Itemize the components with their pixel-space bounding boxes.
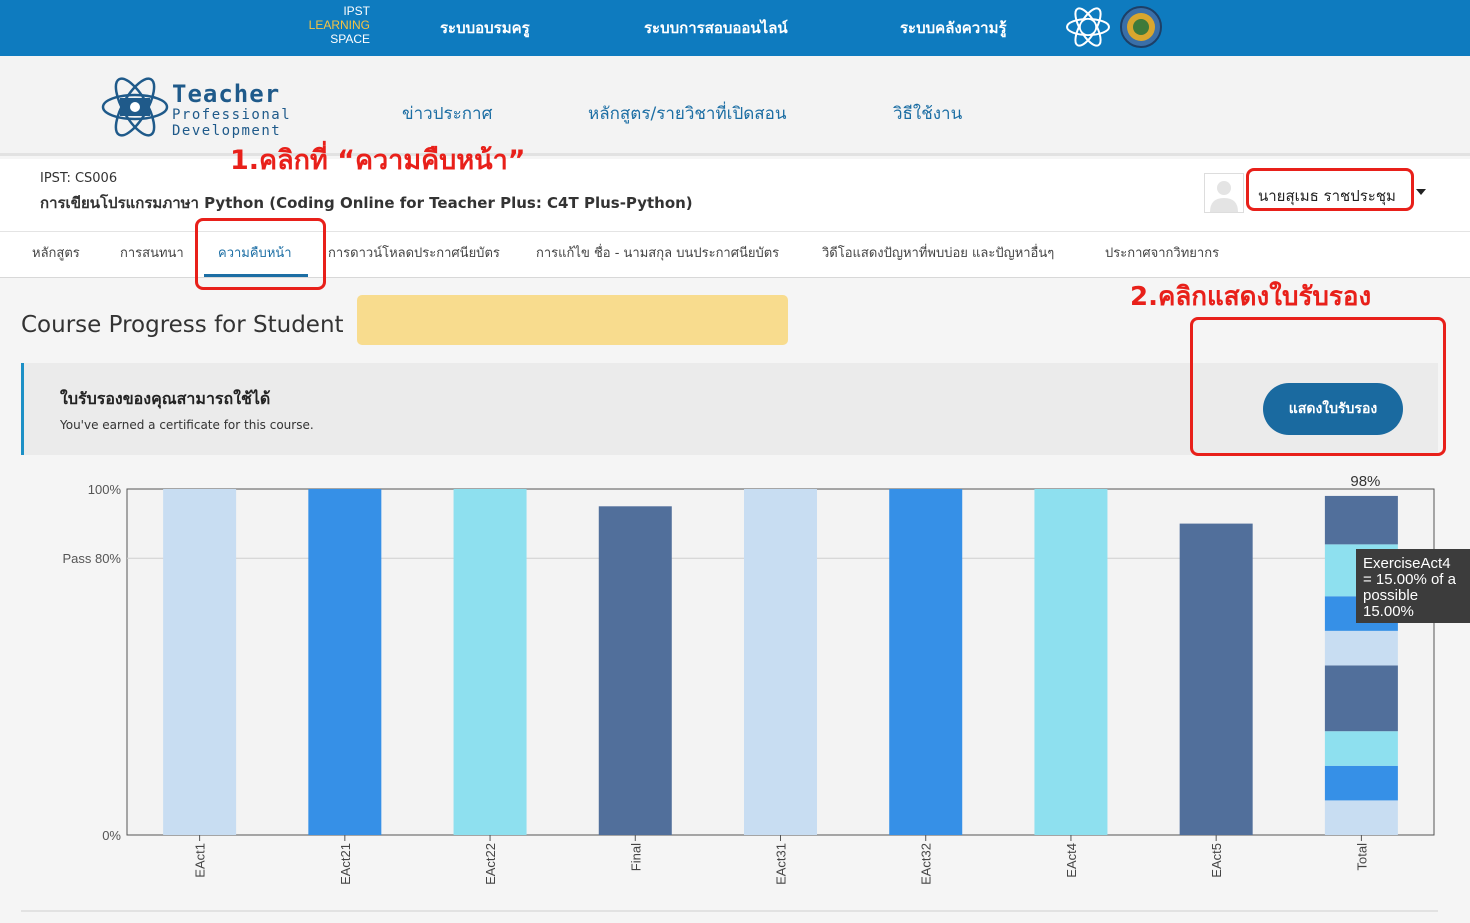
logo-line: Development	[172, 123, 282, 139]
tab-discussion[interactable]: การสนทนา	[120, 242, 184, 263]
tab-course[interactable]: หลักสูตร	[32, 242, 80, 263]
tab-faq-videos[interactable]: วิดีโอแสดงปัญหาที่พบบ่อย และปัญหาอื่นๆ	[822, 242, 1054, 263]
total-bar-segment[interactable]	[1324, 765, 1398, 801]
bar-final[interactable]	[598, 506, 672, 835]
redacted-student-name	[357, 295, 788, 345]
x-tick-label: EAct21	[338, 843, 353, 885]
annotation-step2: 2.คลิกแสดงใบรับรอง	[1130, 282, 1372, 312]
total-bar-segment[interactable]	[1324, 630, 1398, 666]
bar-tooltip: ExerciseAct4= 15.00% of apossible15.00%	[1356, 549, 1470, 623]
topnav-teacher-training[interactable]: ระบบอบรมครู	[440, 16, 530, 40]
certificate-available-heading: ใบรับรองของคุณสามารถใช้ได้	[60, 389, 271, 408]
y-tick-label: 0%	[102, 828, 121, 843]
x-tick-label: EAct5	[1209, 843, 1224, 878]
ipst-atom-emblem-icon[interactable]	[1065, 4, 1111, 50]
site-header: Teacher Professional Development ข่าวประ…	[0, 56, 1470, 156]
total-bar-segment[interactable]	[1324, 800, 1398, 835]
x-tick-label: EAct22	[483, 843, 498, 885]
ministry-seal-icon[interactable]	[1118, 4, 1164, 50]
total-bar-segment[interactable]	[1324, 665, 1398, 732]
certificate-earned-message: You've earned a certificate for this cou…	[60, 418, 314, 432]
caret-down-icon[interactable]	[1416, 189, 1426, 195]
course-name: การเขียนโปรแกรมภาษา Python (Coding Onlin…	[40, 194, 693, 212]
nav-news[interactable]: ข่าวประกาศ	[402, 100, 492, 127]
user-avatar[interactable]	[1204, 173, 1244, 213]
tooltip-line: = 15.00% of a	[1363, 571, 1457, 588]
annotation-box-progress-tab	[195, 218, 326, 290]
x-tick-label: Total	[1354, 843, 1369, 871]
bar-eact22[interactable]	[453, 489, 527, 835]
bar-eact31[interactable]	[744, 489, 817, 835]
tab-instructor-announcements[interactable]: ประกาศจากวิทยากร	[1105, 242, 1219, 263]
course-code: IPST: CS006	[40, 171, 118, 186]
topnav-online-exam[interactable]: ระบบการสอบออนไลน์	[644, 16, 788, 40]
bar-eact1[interactable]	[163, 489, 237, 835]
nav-how-to-use[interactable]: วิธีใช้งาน	[893, 100, 962, 127]
progress-chart: 100% Pass 80% 0% EAct1 EAct21 EAct22 Final EAc…	[62, 473, 1470, 885]
bar-eact4[interactable]	[1034, 489, 1108, 835]
bar-eact21[interactable]	[308, 489, 382, 835]
total-bar-segment[interactable]	[1324, 495, 1398, 545]
tab-certificate-download[interactable]: การดาวน์โหลดประกาศนียบัตร	[328, 242, 500, 263]
logo-line: Teacher	[172, 80, 281, 108]
annotation-box-certificate	[1190, 317, 1446, 456]
learning-space-logo[interactable]: IPST LEARNING SPACE	[300, 4, 370, 46]
top-bar: IPST LEARNING SPACE ระบบอบรมครู ระบบการส…	[0, 0, 1470, 56]
bar-eact32[interactable]	[889, 489, 963, 835]
logo-line: IPST	[343, 4, 370, 18]
tpd-atom-logo-icon[interactable]	[100, 72, 170, 142]
total-bar-segment[interactable]	[1324, 731, 1398, 766]
tpd-logo-text: Teacher Professional Development	[172, 82, 291, 138]
tab-certificate-name-edit[interactable]: การแก้ไข ชื่อ - นามสกุล บนประกาศนียบัตร	[536, 242, 779, 263]
bar-eact5[interactable]	[1179, 523, 1253, 835]
nav-courses[interactable]: หลักสูตร/รายวิชาที่เปิดสอน	[588, 100, 787, 127]
page-title: Course Progress for Student	[21, 312, 344, 338]
logo-line: Professional	[172, 107, 292, 123]
annotation-box-username	[1246, 168, 1414, 211]
x-tick-label: EAct32	[919, 843, 934, 885]
x-tick-label: EAct31	[774, 843, 789, 885]
total-value-label: 98%	[1350, 473, 1380, 490]
tooltip-line: possible	[1363, 587, 1418, 604]
x-tick-label: EAct1	[193, 843, 208, 878]
topnav-knowledge-base[interactable]: ระบบคลังความรู้	[900, 16, 1007, 40]
y-tick-label: Pass 80%	[62, 551, 121, 566]
x-tick-label: EAct4	[1064, 843, 1079, 878]
user-silhouette-icon	[1210, 181, 1238, 212]
divider	[21, 910, 1438, 912]
y-tick-label: 100%	[88, 482, 122, 497]
logo-line: LEARNING	[308, 18, 370, 32]
logo-line: SPACE	[330, 32, 370, 46]
annotation-step1: 1.คลิกที่ “ความคืบหน้า”	[230, 145, 526, 176]
x-tick-label: Final	[628, 843, 643, 871]
tooltip-line: ExerciseAct4	[1363, 555, 1451, 572]
tooltip-line: 15.00%	[1363, 603, 1414, 620]
